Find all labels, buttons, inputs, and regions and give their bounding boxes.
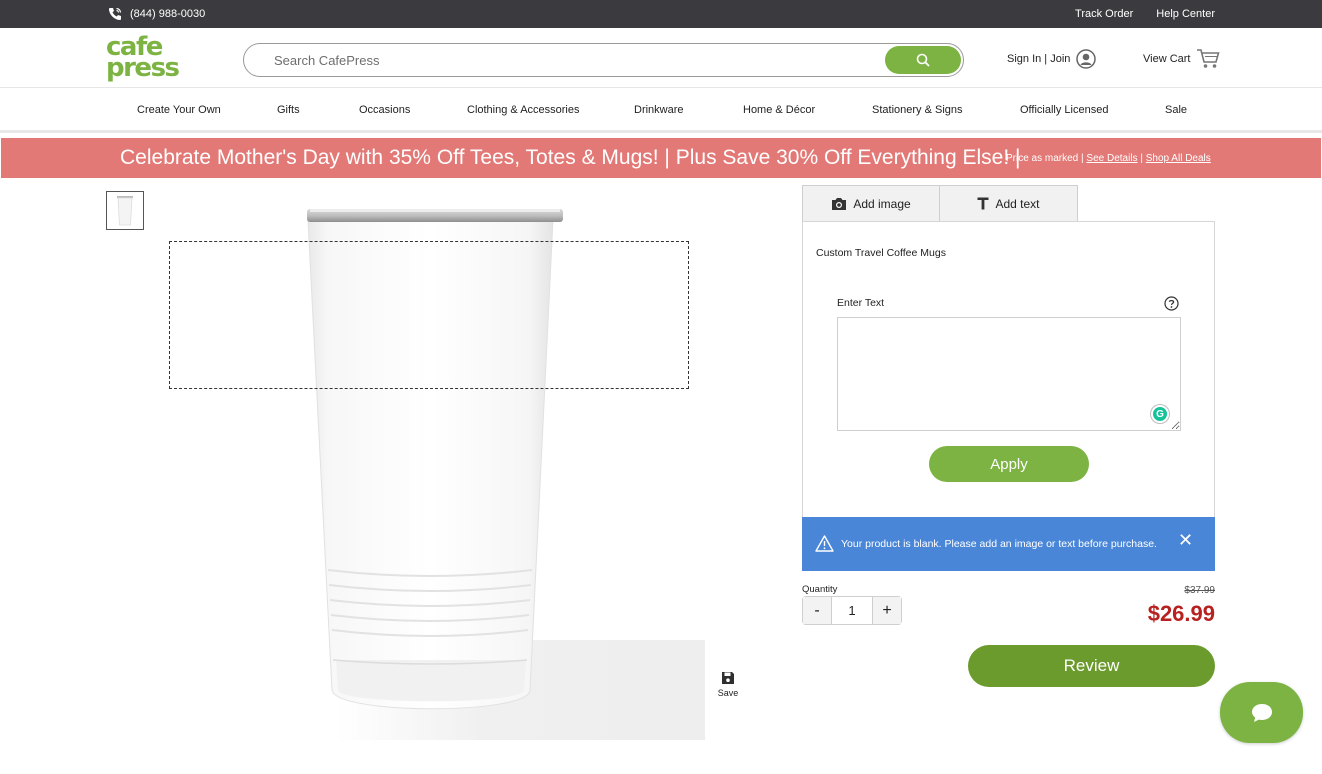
sign-in-join[interactable]: Sign In | Join [1007,49,1097,69]
search-button[interactable] [885,46,961,74]
blank-product-alert: Your product is blank. Please add an ima… [802,517,1215,571]
grammarly-icon[interactable]: G [1151,405,1169,423]
text-t-icon [977,197,989,210]
search-bar [243,43,964,77]
review-button[interactable]: Review [968,645,1215,687]
apply-button[interactable]: Apply [929,446,1089,482]
promo-banner[interactable]: Celebrate Mother's Day with 35% Off Tees… [1,138,1321,178]
cart-label: View Cart [1143,53,1191,65]
nav-create-your-own[interactable]: Create Your Own [137,104,221,116]
tab-add-image-label: Add image [853,196,911,211]
tumbler-thumbnail-image [117,195,133,225]
site-header: cafe press Sign In | Join View Cart [0,28,1322,88]
tab-add-text-label: Add text [995,196,1040,211]
product-thumbnail[interactable] [106,191,144,230]
phone-icon [109,7,122,20]
price-as-marked: Price as marked | [1006,153,1084,164]
product-title: Custom Travel Coffee Mugs [816,247,946,259]
cafepress-logo[interactable]: cafe press [106,34,180,83]
logo-word-press: press [106,53,180,83]
promo-headline: Celebrate Mother's Day with 35% Off Tees… [120,146,1021,169]
original-price: $37.99 [1184,585,1215,596]
save-design-button[interactable]: Save [708,665,748,703]
shopping-cart-icon [1197,49,1221,68]
quantity-value[interactable]: 1 [831,597,873,624]
nav-drinkware[interactable]: Drinkware [634,104,684,116]
save-disk-icon [722,671,734,684]
sign-in-label: Sign In | Join [1007,53,1071,65]
promo-links: Price as marked | See Details | Shop All… [1006,153,1211,164]
sale-price: $26.99 [1147,601,1215,626]
help-question-icon[interactable] [1164,296,1179,311]
nav-officially-licensed[interactable]: Officially Licensed [1020,104,1108,116]
chat-button[interactable] [1220,682,1303,743]
promo-separator: | [1140,153,1143,164]
shop-all-deals-link[interactable]: Shop All Deals [1146,153,1211,164]
tab-add-image[interactable]: Add image [802,185,940,222]
chat-bubble-icon [1251,703,1272,722]
nav-clothing-accessories[interactable]: Clothing & Accessories [467,104,580,116]
close-alert-icon[interactable]: ✕ [1178,530,1193,551]
enter-text-label: Enter Text [837,297,885,309]
nav-occasions[interactable]: Occasions [359,104,410,116]
custom-text-input[interactable] [837,317,1181,431]
tab-add-text[interactable]: Add text [940,185,1078,222]
view-cart[interactable]: View Cart [1143,48,1221,70]
track-order-link[interactable]: Track Order [1075,8,1133,20]
alert-message: Your product is blank. Please add an ima… [841,538,1157,550]
help-center-link[interactable]: Help Center [1156,8,1215,20]
camera-icon [832,197,847,210]
nav-home-decor[interactable]: Home & Décor [743,104,815,116]
top-utility-bar: (844) 988-0030 Track Order Help Center [0,0,1322,28]
warning-triangle-icon [815,535,834,552]
phone-number: (844) 988-0030 [130,8,206,20]
quantity-decrease-button[interactable]: - [803,597,831,624]
see-details-link[interactable]: See Details [1086,153,1137,164]
print-area-outline[interactable] [169,241,689,389]
user-account-icon [1076,49,1097,69]
search-input[interactable] [274,50,874,70]
search-icon [916,53,930,67]
add-text-panel: Custom Travel Coffee Mugs Enter Text G A… [802,221,1215,517]
save-label: Save [717,687,739,698]
phone-contact[interactable]: (844) 988-0030 [107,6,205,22]
nav-sale[interactable]: Sale [1165,104,1187,116]
editor-tabs: Add image Add text [802,185,1078,222]
main-nav: Create Your Own Gifts Occasions Clothing… [0,89,1322,133]
quantity-increase-button[interactable]: + [873,597,901,624]
quantity-label: Quantity [802,584,838,595]
quantity-stepper: - 1 + [802,596,902,625]
nav-gifts[interactable]: Gifts [277,104,300,116]
nav-stationery-signs[interactable]: Stationery & Signs [872,104,963,116]
